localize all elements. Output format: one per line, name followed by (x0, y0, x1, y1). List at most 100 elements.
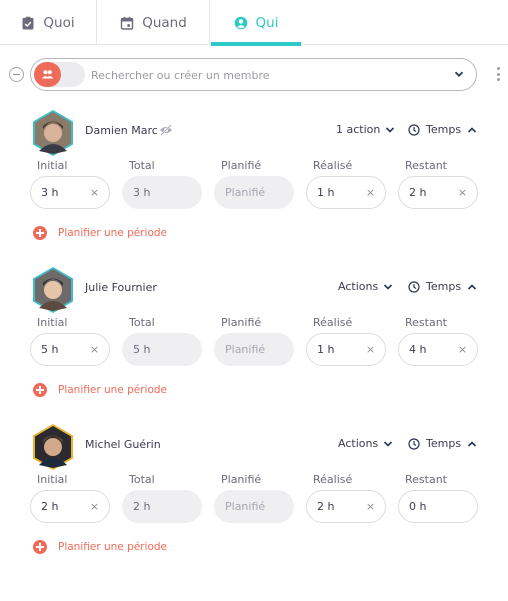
tab-quand[interactable]: Quand (98, 0, 210, 45)
clear-icon[interactable]: × (89, 344, 100, 355)
tab-label: Quoi (43, 14, 75, 31)
restant-field[interactable]: 2 h × (398, 176, 478, 209)
label-planifie: Planifié (221, 473, 262, 486)
clear-icon[interactable]: × (457, 344, 468, 355)
clock-icon (408, 123, 420, 136)
chevron-up-icon (467, 283, 477, 290)
restant-value: 2 h (409, 186, 427, 199)
collapse-button[interactable] (9, 67, 24, 82)
total-field: 5 h (122, 333, 202, 366)
toggle-knob (34, 62, 61, 87)
chevron-down-icon (384, 283, 393, 290)
clear-icon[interactable]: × (89, 501, 100, 512)
eye-slash-icon[interactable] (159, 124, 173, 136)
total-value: 5 h (133, 343, 151, 356)
actions-dropdown[interactable]: Actions (338, 280, 393, 293)
actions-dropdown[interactable]: 1 action (336, 123, 395, 136)
member-name: Julie Fournier (85, 281, 157, 294)
plan-period-button[interactable]: Planifier une période (33, 383, 167, 397)
member-name: Damien Marc (85, 124, 158, 137)
realise-field[interactable]: 1 h × (306, 333, 386, 366)
avatar (31, 109, 75, 157)
avatar (31, 266, 75, 314)
clear-icon[interactable]: × (365, 501, 376, 512)
actions-label: Actions (338, 437, 379, 450)
plus-circle-icon (33, 226, 47, 240)
planifie-field: Planifié (214, 333, 294, 366)
avatar (31, 423, 75, 471)
planifie-placeholder: Planifié (225, 186, 266, 199)
plus-circle-icon (33, 383, 47, 397)
temps-toggle[interactable]: Temps (408, 437, 477, 450)
realise-field[interactable]: 1 h × (306, 176, 386, 209)
label-restant: Restant (405, 473, 447, 486)
tab-label: Quand (142, 14, 187, 31)
label-total: Total (129, 473, 155, 486)
actions-label: Actions (338, 280, 379, 293)
plan-period-button[interactable]: Planifier une période (33, 226, 167, 240)
chevron-up-icon (467, 126, 477, 133)
chevron-down-icon[interactable] (453, 68, 465, 80)
plan-period-label: Planifier une période (58, 541, 167, 553)
clock-icon (408, 437, 420, 450)
restant-field[interactable]: 0 h (398, 490, 478, 523)
group-toggle[interactable] (34, 62, 85, 87)
temps-label: Temps (426, 437, 462, 450)
member-name: Michel Guérin (85, 438, 161, 451)
member-search-input[interactable] (91, 65, 441, 85)
label-realise: Réalisé (313, 473, 353, 486)
realise-value: 1 h (317, 343, 335, 356)
label-planifie: Planifié (221, 316, 262, 329)
temps-toggle[interactable]: Temps (408, 280, 477, 293)
temps-toggle[interactable]: Temps (408, 123, 477, 136)
initial-field[interactable]: 3 h × (30, 176, 110, 209)
realise-field[interactable]: 2 h × (306, 490, 386, 523)
planifie-field: Planifié (214, 176, 294, 209)
label-initial: Initial (37, 159, 68, 172)
planifie-placeholder: Planifié (225, 500, 266, 513)
temps-label: Temps (426, 123, 462, 136)
initial-value: 2 h (41, 500, 59, 513)
chevron-down-icon (386, 126, 395, 133)
planifie-field: Planifié (214, 490, 294, 523)
total-value: 2 h (133, 500, 151, 513)
more-options-icon[interactable] (495, 66, 501, 82)
total-value: 3 h (133, 186, 151, 199)
member-card: Michel Guérin Actions Temps Initial Tota… (0, 423, 508, 573)
tab-label: Qui (255, 14, 279, 31)
temps-label: Temps (426, 280, 462, 293)
realise-value: 1 h (317, 186, 335, 199)
restant-field[interactable]: 4 h × (398, 333, 478, 366)
chevron-down-icon (384, 440, 393, 447)
actions-dropdown[interactable]: Actions (338, 437, 393, 450)
label-realise: Réalisé (313, 316, 353, 329)
realise-value: 2 h (317, 500, 335, 513)
initial-field[interactable]: 5 h × (30, 333, 110, 366)
tab-quoi[interactable]: Quoi (0, 0, 97, 45)
label-initial: Initial (37, 316, 68, 329)
minus-icon (13, 74, 20, 75)
plan-period-label: Planifier une période (58, 384, 167, 396)
clipboard-check-icon (21, 16, 35, 30)
label-total: Total (129, 159, 155, 172)
restant-value: 4 h (409, 343, 427, 356)
total-field: 3 h (122, 176, 202, 209)
clear-icon[interactable]: × (365, 187, 376, 198)
label-restant: Restant (405, 159, 447, 172)
initial-field[interactable]: 2 h × (30, 490, 110, 523)
clear-icon[interactable]: × (365, 344, 376, 355)
clear-icon[interactable]: × (89, 187, 100, 198)
label-restant: Restant (405, 316, 447, 329)
label-planifie: Planifié (221, 159, 262, 172)
clock-icon (408, 280, 420, 293)
member-search-row (0, 58, 508, 91)
initial-value: 5 h (41, 343, 59, 356)
member-card: Julie Fournier Actions Temps Initial Tot… (0, 266, 508, 416)
tab-qui[interactable]: Qui (211, 0, 301, 46)
plan-period-button[interactable]: Planifier une période (33, 540, 167, 554)
plus-circle-icon (33, 540, 47, 554)
restant-value: 0 h (409, 500, 427, 513)
clear-icon[interactable]: × (457, 187, 468, 198)
chevron-up-icon (467, 440, 477, 447)
label-total: Total (129, 316, 155, 329)
